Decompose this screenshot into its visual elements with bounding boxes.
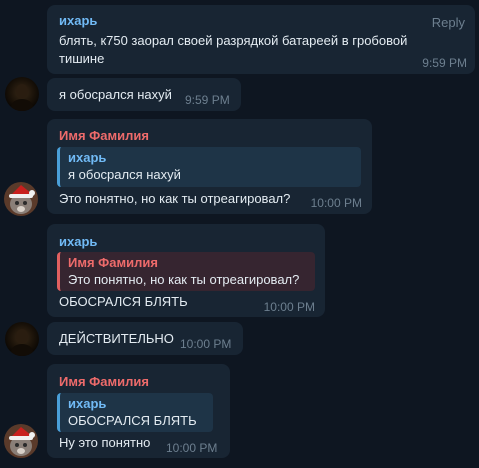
message-bubble[interactable]: Имя Фамилия ихарь я обосрался нахуй Это … [47, 119, 372, 214]
quote-text: ОБОСРАЛСЯ БЛЯТЬ [68, 413, 197, 428]
quote-author: ихарь [68, 150, 107, 165]
sender-name[interactable]: Имя Фамилия [59, 128, 149, 143]
quote-author: Имя Фамилия [68, 255, 158, 270]
message-text: блять, к750 заорал своей разрядкой батар… [59, 33, 408, 48]
cat-santa-avatar-icon [4, 182, 38, 216]
reply-quote[interactable]: ихарь ОБОСРАЛСЯ БЛЯТЬ [57, 393, 213, 432]
message-text: Это понятно, но как ты отреагировал? [59, 191, 291, 206]
sender-name[interactable]: ихарь [59, 234, 97, 249]
message-timestamp: 10:00 PM [166, 441, 218, 455]
reply-quote[interactable]: ихарь я обосрался нахуй [57, 147, 361, 187]
message-bubble[interactable]: ихарь Имя Фамилия Это понятно, но как ты… [47, 224, 325, 317]
quote-author: ихарь [68, 396, 107, 411]
message-timestamp: 9:59 PM [185, 93, 230, 107]
quote-text: я обосрался нахуй [68, 167, 181, 182]
reply-quote[interactable]: Имя Фамилия Это понятно, но как ты отреа… [57, 252, 315, 291]
message-timestamp: 10:00 PM [310, 196, 362, 210]
message-bubble[interactable]: ихарь Reply блять, к750 заорал своей раз… [47, 5, 475, 74]
message-bubble[interactable]: Имя Фамилия ихарь ОБОСРАЛСЯ БЛЯТЬ Ну это… [47, 364, 230, 458]
avatar[interactable] [4, 424, 38, 458]
avatar[interactable] [5, 322, 39, 356]
dark-avatar-icon [5, 77, 39, 111]
message-text: ДЕЙСТВИТЕЛЬНО [59, 331, 174, 346]
message-text: я обосрался нахуй [59, 87, 172, 102]
reply-button[interactable]: Reply [432, 15, 465, 30]
dark-avatar-icon [5, 322, 39, 356]
sender-name[interactable]: ихарь [59, 13, 97, 28]
message-timestamp: 10:00 PM [263, 300, 315, 314]
message-text: ОБОСРАЛСЯ БЛЯТЬ [59, 294, 188, 309]
avatar[interactable] [5, 77, 39, 111]
sender-name[interactable]: Имя Фамилия [59, 374, 149, 389]
message-timestamp: 10:00 PM [180, 337, 232, 351]
message-text: Ну это понятно [59, 435, 151, 450]
quote-text: Это понятно, но как ты отреагировал? [68, 272, 300, 287]
message-bubble[interactable]: ДЕЙСТВИТЕЛЬНО 10:00 PM [47, 322, 243, 355]
message-timestamp: 9:59 PM [422, 56, 467, 70]
message-bubble[interactable]: я обосрался нахуй 9:59 PM [47, 78, 241, 111]
message-text: тишине [59, 51, 105, 66]
avatar[interactable] [4, 182, 38, 216]
cat-santa-avatar-icon [4, 424, 38, 458]
